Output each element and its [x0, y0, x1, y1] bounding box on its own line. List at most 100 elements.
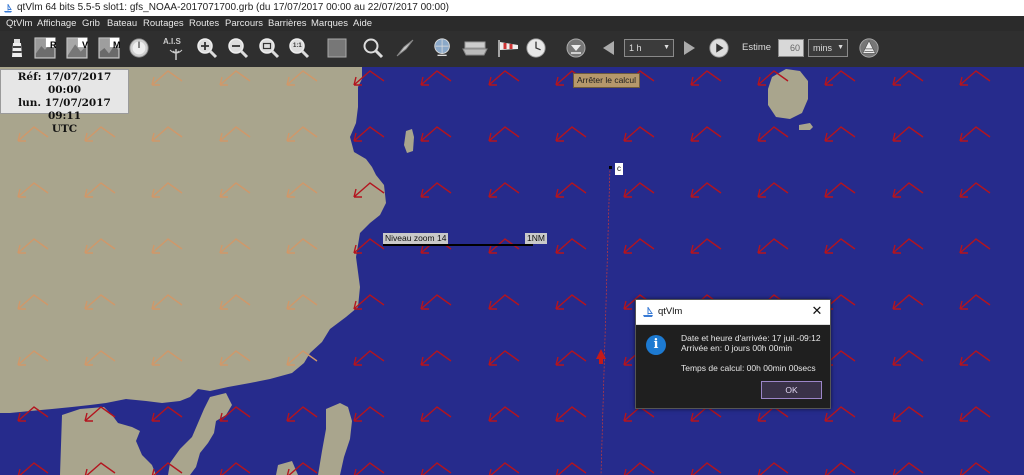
menu-barrieres[interactable]: Barrières [268, 16, 307, 31]
wind-barb [488, 126, 520, 142]
zoom-in-button[interactable] [196, 36, 218, 60]
previous-step-button[interactable] [598, 36, 620, 60]
wind-barb [959, 182, 991, 198]
next-step-button[interactable] [678, 36, 700, 60]
route-line [600, 166, 611, 475]
route-marker-label[interactable]: c [615, 163, 623, 175]
timezone: UTC [51, 123, 78, 135]
compass-button[interactable] [128, 36, 150, 60]
window-titlebar: qtVlm 64 bits 5.5-5 slot1: gfs_NOAA-2017… [0, 0, 1024, 16]
wind-barb [17, 462, 49, 475]
wind-barb [286, 406, 318, 422]
menu-aide[interactable]: Aide [353, 16, 372, 31]
wind-barb [555, 238, 587, 254]
wind-barb [353, 406, 385, 422]
menu-routages[interactable]: Routages [143, 16, 184, 31]
estime-unit-dropdown[interactable]: mins ▼ [808, 39, 848, 57]
zoom-one-label: 1:1 [293, 43, 302, 49]
zoom-fit-button[interactable] [258, 36, 280, 60]
wind-barb [959, 350, 991, 366]
wind-barb [757, 238, 789, 254]
close-icon[interactable]: ✕ [810, 304, 824, 318]
wind-barb [690, 462, 722, 475]
main-toolbar: R V M A.I.S 1:1 1 h ▼ Estime 60 mins ▼ [0, 31, 1024, 68]
square-select-icon [327, 38, 347, 58]
first-step-button[interactable] [565, 36, 587, 60]
wind-barb [420, 350, 452, 366]
time-step-value: 1 h [629, 43, 642, 53]
islet-2 [799, 123, 813, 130]
time-step-dropdown[interactable]: 1 h ▼ [624, 39, 674, 57]
land-south-4 [276, 461, 298, 475]
menu-affichage[interactable]: Affichage [37, 16, 76, 31]
play-button[interactable] [708, 36, 730, 60]
wind-barb [690, 238, 722, 254]
stop-calculation-button[interactable]: Arrêter le calcul [573, 73, 641, 88]
islet-1 [404, 129, 414, 153]
v-layer-button[interactable]: V [66, 36, 88, 60]
wind-barb [555, 294, 587, 310]
chevron-down-icon: ▼ [663, 44, 670, 51]
select-area-button[interactable] [326, 36, 348, 60]
reference-date-box: Réf: 17/07/2017 00:00 lun. 17/07/2017 09… [0, 69, 129, 135]
ais-button[interactable]: A.I.S [163, 36, 189, 60]
ref-date: Réf: 17/07/2017 00:00 [17, 71, 112, 96]
menu-routes[interactable]: Routes [189, 16, 219, 31]
windsock-button[interactable] [496, 36, 522, 60]
triangle-left-icon [603, 41, 614, 55]
compass-needle-icon [396, 39, 414, 57]
wind-barb [623, 406, 655, 422]
boat-button[interactable] [462, 36, 488, 60]
arrival-duration-text: Arrivée en: 0 jours 00h 00min [681, 343, 793, 353]
map-graphics [0, 67, 991, 475]
wind-barb [488, 182, 520, 198]
scale-distance-label: 1NM [525, 233, 547, 244]
wind-barb [824, 70, 856, 86]
menu-grib[interactable]: Grib [82, 16, 100, 31]
wind-barb [892, 406, 924, 422]
estime-input[interactable]: 60 [778, 39, 804, 57]
arrival-dialog: qtVlm ✕ i Date et heure d'arrivée: 17 ju… [635, 299, 831, 409]
wind-barb [690, 70, 722, 86]
dialog-titlebar: qtVlm ✕ [636, 300, 830, 325]
menu-marques[interactable]: Marques [311, 16, 348, 31]
zoom-one-button[interactable]: 1:1 [288, 36, 310, 60]
clock-button[interactable] [525, 36, 547, 60]
wind-barb [353, 126, 385, 142]
menu-bateau[interactable]: Bateau [107, 16, 137, 31]
scale-line [383, 244, 533, 246]
land-south-1 [60, 407, 156, 475]
m-layer-button[interactable]: M [98, 36, 121, 60]
lighthouse-button[interactable] [6, 36, 28, 60]
wind-barb [892, 294, 924, 310]
wind-barb [420, 294, 452, 310]
wind-barb [959, 462, 991, 475]
wind-barb [623, 182, 655, 198]
barrier-button[interactable] [858, 36, 880, 60]
r-layer-button[interactable]: R [34, 36, 57, 60]
menu-parcours[interactable]: Parcours [225, 16, 263, 31]
wind-barb [824, 126, 856, 142]
r-layer-label: R [50, 40, 57, 50]
route-start-point [609, 166, 612, 169]
lighthouse-icon [12, 39, 22, 57]
ok-button[interactable]: OK [761, 381, 822, 399]
wind-barb [555, 462, 587, 475]
wind-barb [892, 182, 924, 198]
wind-barb [757, 406, 789, 422]
search-button[interactable] [362, 36, 384, 60]
arrival-date-text: Date et heure d'arrivée: 17 juil.-09:12 [681, 333, 821, 343]
wind-barb [488, 406, 520, 422]
menu-bar: QtVlm Affichage Grib Bateau Routages Rou… [0, 16, 1024, 31]
measure-button[interactable] [394, 36, 416, 60]
zoom-out-button[interactable] [227, 36, 249, 60]
map-canvas[interactable]: Réf: 17/07/2017 00:00 lun. 17/07/2017 09… [0, 67, 1024, 475]
wind-barb [892, 238, 924, 254]
wind-barb [488, 350, 520, 366]
wind-barb [959, 406, 991, 422]
wind-barb [623, 462, 655, 475]
globe-button[interactable] [432, 36, 454, 60]
wind-barb [420, 462, 452, 475]
wind-barb [892, 462, 924, 475]
menu-qtvlm[interactable]: QtVlm [6, 16, 32, 31]
